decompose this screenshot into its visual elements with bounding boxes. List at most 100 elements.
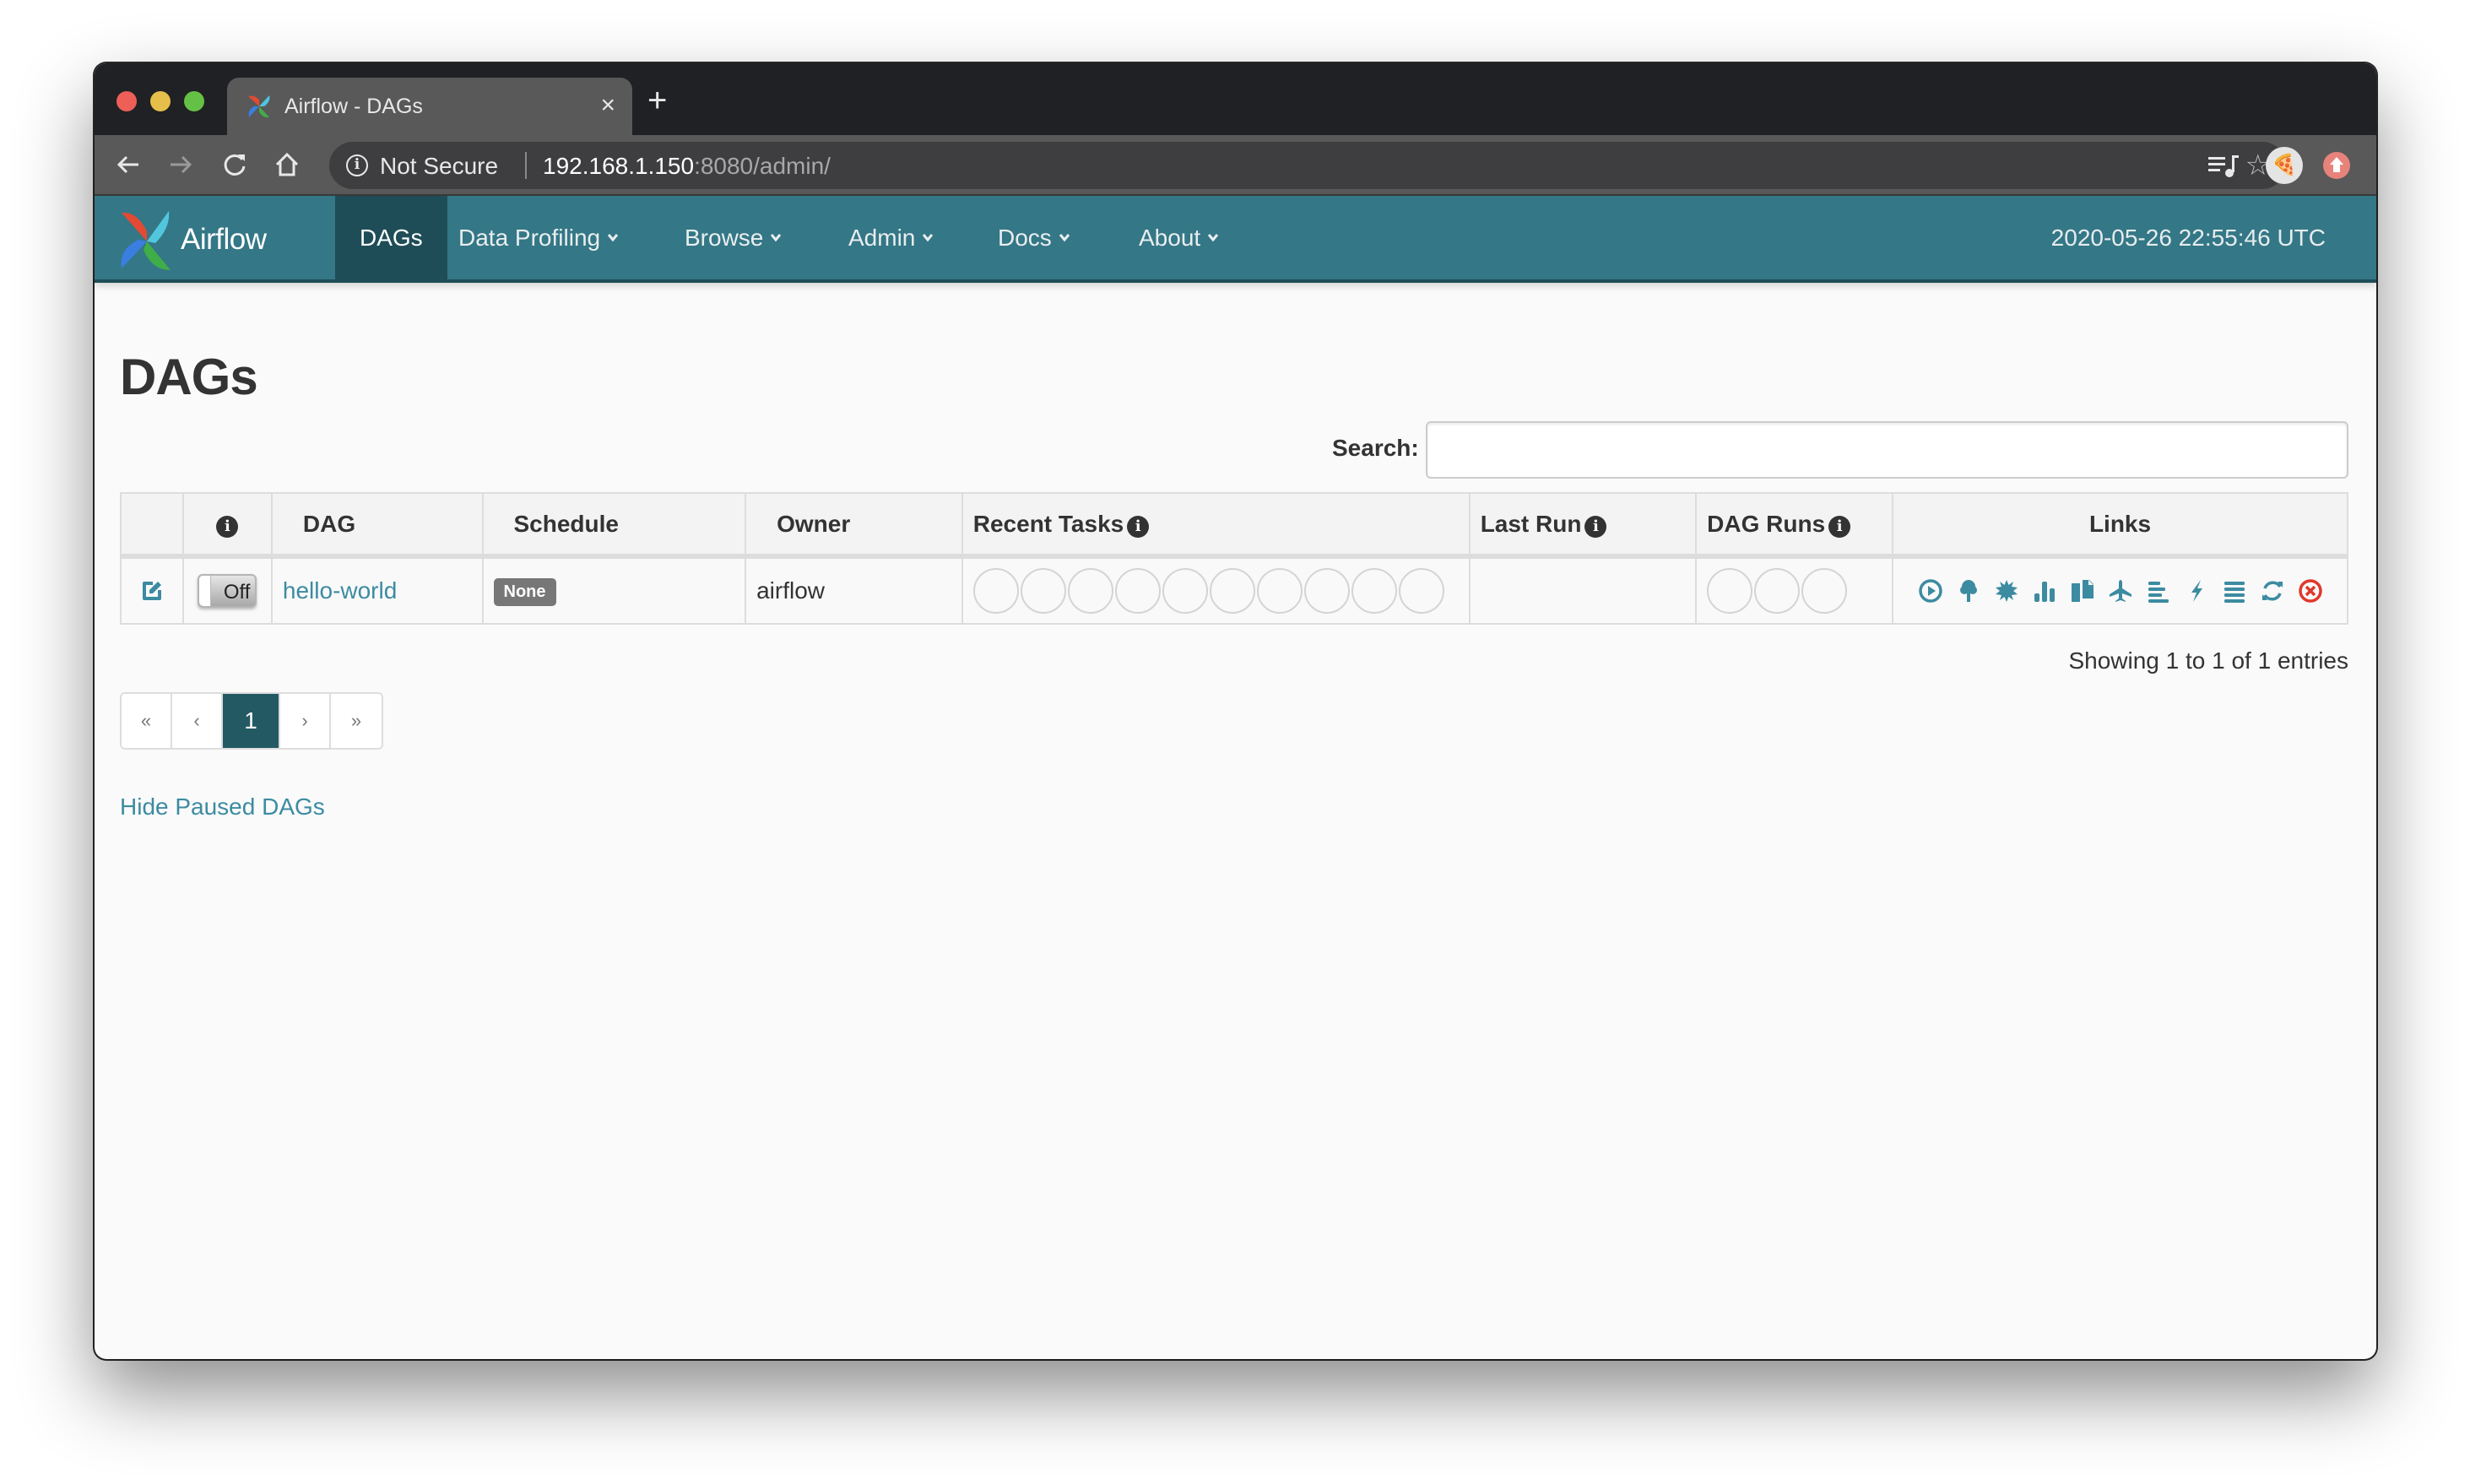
header-links-label: Links [2088,510,2152,537]
nav-browse[interactable]: Browse [660,196,806,279]
divider [525,152,527,179]
media-queue-icon[interactable] [2207,150,2240,181]
task-state-circle[interactable] [1303,568,1350,614]
nav-about-label: About [1139,225,1201,251]
task-state-circle[interactable] [1209,568,1255,614]
brand-link[interactable]: Airflow [118,208,267,272]
security-label[interactable]: Not Secure [380,153,498,180]
airflow-favicon-icon [248,95,270,118]
page-title: DAGs [120,349,258,405]
reload-icon[interactable] [219,149,250,180]
code-view-icon[interactable] [2184,578,2209,604]
owner-text: airflow [756,577,826,604]
nav-docs[interactable]: Docs [973,196,1095,279]
info-icon[interactable]: i [346,154,368,176]
prev-page-button[interactable]: ‹ [172,694,223,748]
dag-runs-cell [1695,555,1894,625]
header-links: Links [1892,492,2348,559]
chevron-down-icon [607,234,619,242]
hide-paused-dags-link[interactable]: Hide Paused DAGs [120,793,325,821]
task-state-circle[interactable] [1020,568,1066,614]
last-page-button[interactable]: » [331,694,382,748]
forward-arrow-icon[interactable] [165,149,196,180]
new-tab-button[interactable]: + [647,84,667,117]
nav-data-profiling[interactable]: Data Profiling [434,196,643,279]
header-last-run: Last Run i [1468,492,1698,559]
info-icon[interactable]: i [1828,515,1851,538]
refresh-icon[interactable] [2260,578,2285,604]
last-run-cell [1468,555,1698,625]
task-state-circle[interactable] [1398,568,1444,614]
graph-view-icon[interactable] [1994,578,2019,604]
task-duration-icon[interactable] [2032,578,2057,604]
header-schedule[interactable]: Schedule [481,492,747,559]
info-icon[interactable]: i [216,515,239,538]
task-state-circle[interactable] [1351,568,1397,614]
chevron-down-icon [923,234,934,242]
header-recent-tasks-label: Recent Tasks [972,510,1124,537]
url-text[interactable]: 192.168.1.150:8080/admin/ [543,153,831,180]
tab-title: Airflow - DAGs [284,95,423,118]
first-page-button[interactable]: « [122,694,172,748]
nav-dags-label: DAGs [360,225,423,251]
browser-tab[interactable]: Airflow - DAGs × [227,78,632,135]
table-row: Off hello-world None airflow [120,555,2348,625]
search-input[interactable] [1426,421,2348,479]
server-time: 2020-05-26 22:55:46 UTC [2050,225,2326,251]
profile-avatar[interactable]: 🍕 [2266,147,2303,184]
task-state-circle[interactable] [1162,568,1208,614]
current-page-button[interactable]: 1 [223,694,280,748]
header-last-run-label: Last Run [1480,510,1582,537]
browser-window: Airflow - DAGs × + i Not Secure 192.168.… [95,63,2376,1359]
header-owner[interactable]: Owner [745,492,963,559]
task-state-circle[interactable] [972,568,1019,614]
header-recent-tasks: Recent Tasks i [961,492,1471,559]
airflow-navbar: Airflow DAGs Data Profiling Browse Admin… [95,196,2376,283]
schedule-badge: None [493,578,556,606]
task-state-circle[interactable] [1067,568,1113,614]
back-arrow-icon[interactable] [113,149,144,180]
dag-link[interactable]: hello-world [283,577,397,604]
task-state-circle[interactable] [1256,568,1303,614]
gantt-icon[interactable] [2146,578,2171,604]
tree-view-icon[interactable] [1956,578,1981,604]
nav-about[interactable]: About [1114,196,1243,279]
task-state-circle[interactable] [1114,568,1161,614]
close-window-button[interactable] [116,91,137,111]
airflow-logo-icon [121,211,171,270]
dag-run-state-circle[interactable] [1754,568,1801,614]
logs-icon[interactable] [2222,578,2247,604]
delete-dag-icon[interactable] [2298,578,2323,604]
dag-id-cell: hello-world [270,555,484,625]
header-dag-runs-label: DAG Runs [1707,510,1826,537]
maximize-window-button[interactable] [184,91,204,111]
task-tries-icon[interactable] [2070,578,2095,604]
nav-docs-label: Docs [998,225,1052,251]
header-schedule-label: Schedule [513,510,619,537]
dag-table: i DAG Schedule Owner Recent Tasks i Last … [120,492,2348,625]
toggle-label: Off [223,581,251,604]
header-info[interactable]: i [181,492,273,559]
table-header-row: i DAG Schedule Owner Recent Tasks i Last … [120,492,2348,559]
header-owner-label: Owner [777,510,851,537]
dag-run-state-circle[interactable] [1801,568,1848,614]
landing-times-icon[interactable] [2108,578,2133,604]
header-dag[interactable]: DAG [270,492,484,559]
next-page-button[interactable]: › [280,694,331,748]
trigger-dag-icon[interactable] [1918,578,1943,604]
header-edit [120,492,184,559]
home-icon[interactable] [272,149,302,180]
recent-tasks-cell [961,555,1471,625]
info-icon[interactable]: i [1127,515,1150,538]
nav-admin[interactable]: Admin [824,196,958,279]
minimize-window-button[interactable] [150,91,171,111]
pause-toggle[interactable]: Off [198,574,257,608]
nav-data-profiling-label: Data Profiling [458,225,601,251]
info-icon[interactable]: i [1584,515,1607,538]
tab-close-icon[interactable]: × [600,91,615,120]
update-icon[interactable] [2323,152,2350,179]
address-bar[interactable]: i Not Secure 192.168.1.150:8080/admin/ ☆ [329,142,2286,189]
edit-icon[interactable] [139,578,165,604]
dag-run-state-circle[interactable] [1707,568,1753,614]
nav-dags[interactable]: DAGs [335,196,447,279]
